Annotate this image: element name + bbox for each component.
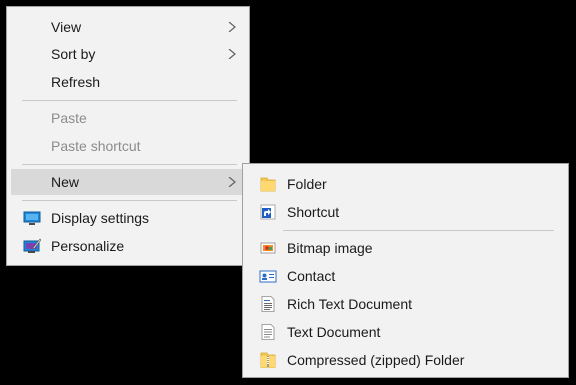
new-item-compressed-folder[interactable]: Compressed (zipped) Folder xyxy=(247,347,564,373)
menu-item-label: Display settings xyxy=(51,210,150,226)
menu-item-label: Paste xyxy=(51,110,87,126)
new-item-folder[interactable]: Folder xyxy=(247,171,564,197)
text-document-icon xyxy=(261,324,275,340)
personalize-icon xyxy=(23,238,41,253)
menu-item-display-settings[interactable]: Display settings xyxy=(11,205,245,231)
menu-item-label: Sort by xyxy=(51,46,96,62)
menu-item-paste-shortcut: Paste shortcut xyxy=(11,133,245,159)
new-item-text-document[interactable]: Text Document xyxy=(247,319,564,345)
menu-item-new[interactable]: New xyxy=(11,169,245,195)
menu-item-paste: Paste xyxy=(11,105,245,131)
new-item-shortcut[interactable]: Shortcut xyxy=(247,199,564,225)
menu-item-label: Rich Text Document xyxy=(287,296,413,312)
menu-item-label: Paste shortcut xyxy=(51,138,141,154)
menu-item-label: View xyxy=(51,19,82,35)
menu-item-label: New xyxy=(51,174,80,190)
shortcut-icon xyxy=(260,204,276,220)
menu-item-sort-by[interactable]: Sort by xyxy=(11,41,245,67)
menu-item-view[interactable]: View xyxy=(11,14,245,40)
menu-item-label: Contact xyxy=(287,268,336,284)
chevron-right-icon xyxy=(228,22,236,32)
rich-text-document-icon xyxy=(261,296,275,312)
desktop-context-menu: View Sort by Refresh Paste Paste shortcu… xyxy=(6,6,250,266)
zipped-folder-icon xyxy=(260,352,276,368)
contact-icon xyxy=(259,270,277,283)
folder-icon xyxy=(260,177,276,192)
new-item-bitmap-image[interactable]: Bitmap image xyxy=(247,235,564,261)
menu-item-label: Text Document xyxy=(287,324,381,340)
menu-item-label: Shortcut xyxy=(287,204,340,220)
menu-item-label: Folder xyxy=(287,176,327,192)
menu-separator xyxy=(283,230,554,231)
menu-item-label: Compressed (zipped) Folder xyxy=(287,352,465,368)
bitmap-image-icon xyxy=(260,242,276,254)
menu-item-personalize[interactable]: Personalize xyxy=(11,233,245,259)
menu-separator xyxy=(22,200,237,201)
new-item-contact[interactable]: Contact xyxy=(247,263,564,289)
menu-item-label: Refresh xyxy=(51,74,101,90)
menu-separator xyxy=(22,164,237,165)
display-settings-icon xyxy=(23,211,41,225)
new-item-rich-text-document[interactable]: Rich Text Document xyxy=(247,291,564,317)
menu-item-label: Personalize xyxy=(51,238,125,254)
new-submenu: Folder Shortcut Bitmap image Contact Ric… xyxy=(242,163,569,378)
menu-item-label: Bitmap image xyxy=(287,240,373,256)
menu-separator xyxy=(22,100,237,101)
chevron-right-icon xyxy=(228,49,236,59)
menu-item-refresh[interactable]: Refresh xyxy=(11,69,245,95)
chevron-right-icon xyxy=(228,177,236,187)
